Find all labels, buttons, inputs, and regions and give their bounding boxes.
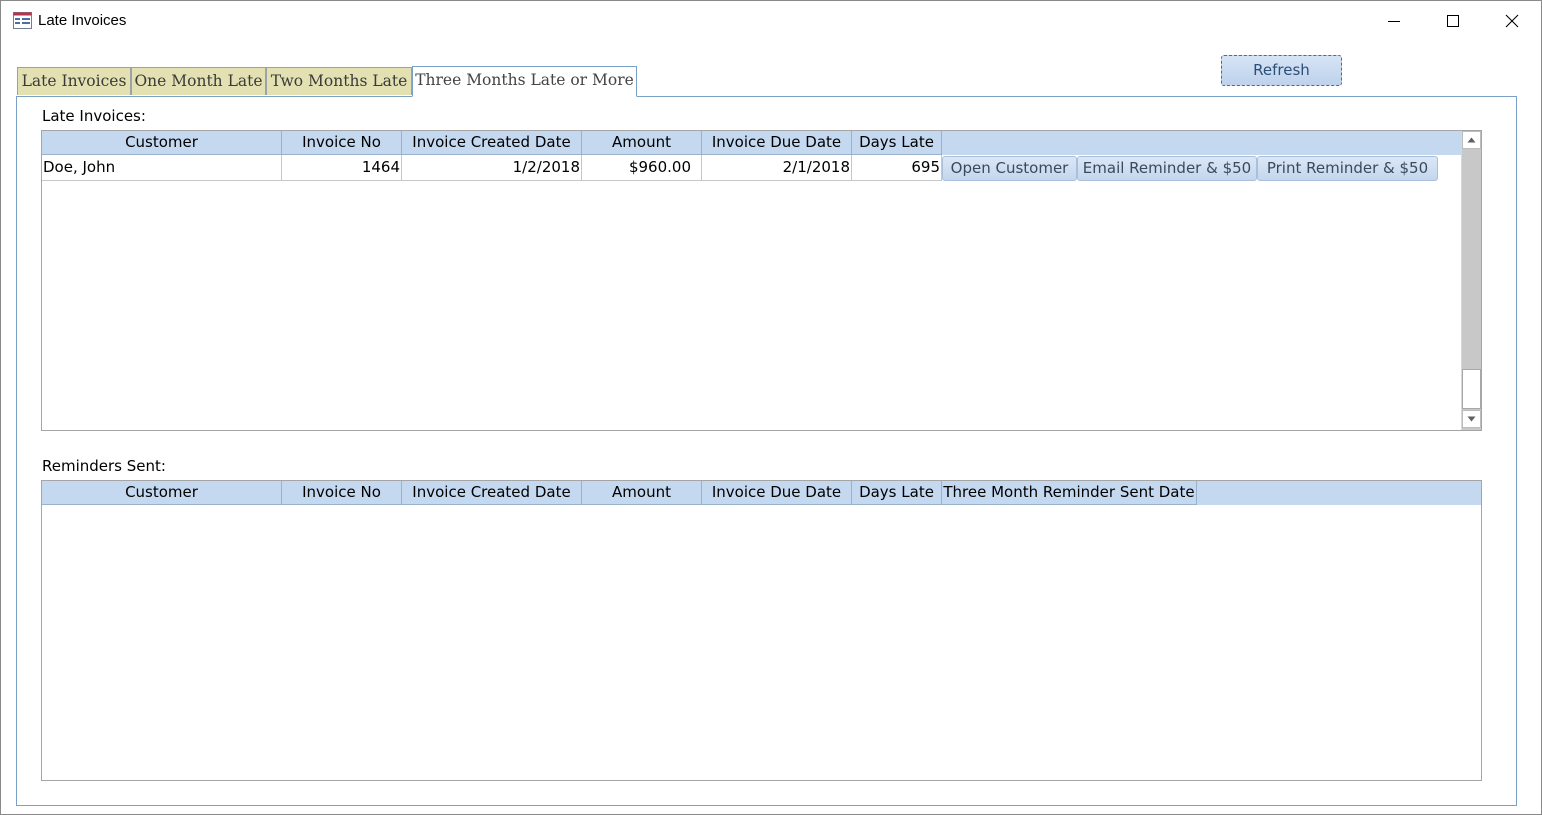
tab-late-invoices[interactable]: Late Invoices [17, 67, 131, 95]
column-header-invoice-due-date[interactable]: Invoice Due Date [702, 131, 852, 155]
tab-two-months-late[interactable]: Two Months Late [266, 67, 412, 95]
reminders-sent-label: Reminders Sent: [42, 457, 166, 475]
late-invoices-header: Customer Invoice No Invoice Created Date… [42, 131, 1461, 155]
column-header-amount[interactable]: Amount [582, 481, 702, 505]
column-header-customer[interactable]: Customer [42, 131, 282, 155]
arrow-down-icon [1467, 416, 1476, 422]
scroll-thumb[interactable] [1462, 369, 1481, 409]
column-header-invoice-due-date[interactable]: Invoice Due Date [702, 481, 852, 505]
close-icon [1505, 14, 1519, 28]
scroll-up-button[interactable] [1462, 131, 1481, 149]
reminders-sent-header: Customer Invoice No Invoice Created Date… [42, 481, 1481, 505]
cell-invoice-due-date[interactable]: 2/1/2018 [702, 155, 852, 181]
late-invoices-label: Late Invoices: [42, 107, 146, 125]
title-bar[interactable]: Late Invoices [1, 1, 1541, 41]
column-header-invoice-no[interactable]: Invoice No [282, 481, 402, 505]
cell-invoice-created-date[interactable]: 1/2/2018 [402, 155, 582, 181]
column-header-reminder-sent-date[interactable]: Three Month Reminder Sent Date [942, 481, 1197, 505]
column-header-invoice-created-date[interactable]: Invoice Created Date [402, 131, 582, 155]
refresh-button[interactable]: Refresh [1221, 55, 1342, 86]
cell-customer[interactable]: Doe, John [42, 155, 282, 181]
late-invoices-window: Late Invoices Late Invoices One Month La… [0, 0, 1542, 815]
column-header-invoice-no[interactable]: Invoice No [282, 131, 402, 155]
cell-amount[interactable]: $960.00 [582, 155, 702, 181]
tab-three-months-late[interactable]: Three Months Late or More [412, 66, 637, 97]
close-button[interactable] [1483, 1, 1541, 41]
vertical-scrollbar[interactable] [1461, 131, 1481, 430]
cell-invoice-no[interactable]: 1464 [282, 155, 402, 181]
late-invoices-grid: Customer Invoice No Invoice Created Date… [41, 130, 1482, 431]
column-header-customer[interactable]: Customer [42, 481, 282, 505]
print-reminder-button[interactable]: Print Reminder & $50 [1257, 156, 1438, 181]
column-header-amount[interactable]: Amount [582, 131, 702, 155]
minimize-icon [1388, 21, 1400, 22]
scroll-down-button[interactable] [1462, 410, 1481, 428]
form-icon [13, 12, 32, 29]
arrow-up-icon [1467, 137, 1476, 143]
open-customer-button[interactable]: Open Customer [942, 156, 1077, 181]
minimize-button[interactable] [1365, 1, 1423, 41]
reminders-sent-grid: Customer Invoice No Invoice Created Date… [41, 480, 1482, 781]
window-title: Late Invoices [38, 12, 127, 29]
column-header-invoice-created-date[interactable]: Invoice Created Date [402, 481, 582, 505]
column-header-days-late[interactable]: Days Late [852, 131, 942, 155]
cell-days-late[interactable]: 695 [852, 155, 942, 181]
email-reminder-button[interactable]: Email Reminder & $50 [1077, 156, 1257, 181]
maximize-button[interactable] [1424, 1, 1482, 41]
column-header-days-late[interactable]: Days Late [852, 481, 942, 505]
maximize-icon [1447, 15, 1459, 27]
table-row: Doe, John 1464 1/2/2018 $960.00 2/1/2018… [42, 155, 1461, 181]
tab-one-month-late[interactable]: One Month Late [131, 67, 266, 95]
